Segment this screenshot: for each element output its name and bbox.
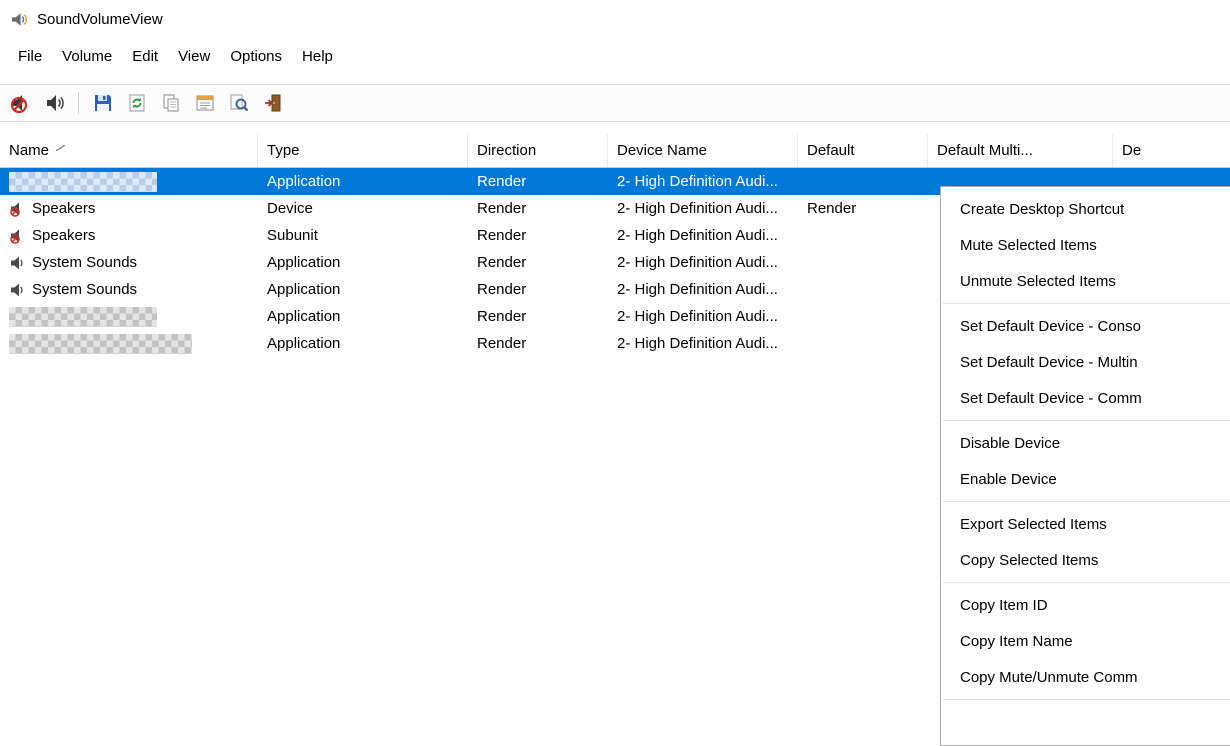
- cell-default: [798, 249, 928, 276]
- cell-direction: Render: [468, 303, 608, 330]
- properties-icon: [195, 93, 215, 113]
- menu-edit[interactable]: Edit: [122, 43, 168, 70]
- column-header-default[interactable]: Default: [798, 134, 928, 167]
- cell-type: Device: [258, 195, 468, 222]
- redacted-name-block: [9, 307, 157, 327]
- cell-name: Speakers: [0, 222, 258, 249]
- cell-default: [798, 330, 928, 357]
- cell-device-name: 2- High Definition Audi...: [608, 330, 798, 357]
- copy-selected-button[interactable]: [155, 89, 186, 118]
- context-menu: Create Desktop Shortcut Mute Selected It…: [940, 186, 1230, 746]
- sort-ascending-icon: [56, 145, 65, 151]
- cell-name: [0, 330, 258, 357]
- muted-speaker-icon: [9, 227, 26, 244]
- context-menu-item-mute-selected-items[interactable]: Mute Selected Items: [941, 227, 1230, 263]
- context-menu-separator: [943, 582, 1230, 583]
- find-icon: [229, 93, 249, 113]
- menu-view[interactable]: View: [168, 43, 220, 70]
- column-header-device-name[interactable]: Device Name: [608, 134, 798, 167]
- context-menu-item-unmute-selected-items[interactable]: Unmute Selected Items: [941, 263, 1230, 299]
- cell-type: Application: [258, 276, 468, 303]
- cell-direction: Render: [468, 249, 608, 276]
- cell-type: Application: [258, 330, 468, 357]
- menu-bar: File Volume Edit View Options Help: [0, 38, 1230, 74]
- properties-button[interactable]: [189, 89, 220, 118]
- muted-speaker-icon: [9, 200, 26, 217]
- cell-device-name: 2- High Definition Audi...: [608, 168, 798, 195]
- cell-name: [0, 303, 258, 330]
- title-bar: SoundVolumeView: [0, 0, 1230, 38]
- cell-type: Application: [258, 303, 468, 330]
- context-menu-item-export-selected-items[interactable]: Export Selected Items: [941, 506, 1230, 542]
- column-header-default-communications[interactable]: De: [1113, 134, 1230, 167]
- menu-options[interactable]: Options: [220, 43, 292, 70]
- context-menu-item-set-default-device-multimedia[interactable]: Set Default Device - Multin: [941, 344, 1230, 380]
- context-menu-separator: [943, 699, 1230, 700]
- cell-name: [0, 168, 258, 195]
- cell-direction: Render: [468, 276, 608, 303]
- toolbar: [0, 84, 1230, 122]
- refresh-button[interactable]: [121, 89, 152, 118]
- column-header-type[interactable]: Type: [258, 134, 468, 167]
- context-menu-item-copy-mute-unmute-command[interactable]: Copy Mute/Unmute Comm: [941, 659, 1230, 695]
- cell-device-name: 2- High Definition Audi...: [608, 303, 798, 330]
- exit-door-icon: [263, 93, 283, 113]
- context-menu-item-enable-device[interactable]: Enable Device: [941, 461, 1230, 497]
- cell-direction: Render: [468, 168, 608, 195]
- cell-direction: Render: [468, 222, 608, 249]
- context-menu-separator: [943, 303, 1230, 304]
- context-menu-item-disable-device[interactable]: Disable Device: [941, 425, 1230, 461]
- menu-file[interactable]: File: [8, 43, 52, 70]
- save-report-button[interactable]: [87, 89, 118, 118]
- redacted-name-block: [9, 172, 157, 192]
- cell-default: Render: [798, 195, 928, 222]
- app-icon: [11, 11, 28, 28]
- window-title: SoundVolumeView: [37, 11, 163, 28]
- unmute-selected-button[interactable]: [39, 89, 70, 118]
- context-menu-separator: [943, 501, 1230, 502]
- cell-type: Subunit: [258, 222, 468, 249]
- cell-name: Speakers: [0, 195, 258, 222]
- menu-toolbar-gap: [0, 74, 1230, 84]
- find-button[interactable]: [223, 89, 254, 118]
- redacted-name-block: [9, 334, 192, 354]
- context-menu-item-copy-selected-items[interactable]: Copy Selected Items: [941, 542, 1230, 578]
- speaker-icon: [45, 93, 65, 113]
- context-menu-item-set-default-device-console[interactable]: Set Default Device - Conso: [941, 308, 1230, 344]
- column-header-direction[interactable]: Direction: [468, 134, 608, 167]
- speaker-icon: [9, 281, 26, 298]
- cell-device-name: 2- High Definition Audi...: [608, 276, 798, 303]
- muted-speaker-icon: [10, 92, 32, 114]
- cell-default: [798, 276, 928, 303]
- context-menu-item-copy-item-name[interactable]: Copy Item Name: [941, 623, 1230, 659]
- menu-volume[interactable]: Volume: [52, 43, 122, 70]
- cell-default: [798, 222, 928, 249]
- speaker-icon: [9, 254, 26, 271]
- context-menu-item-copy-item-id[interactable]: Copy Item ID: [941, 587, 1230, 623]
- cell-direction: Render: [468, 330, 608, 357]
- cell-device-name: 2- High Definition Audi...: [608, 222, 798, 249]
- column-header-row: Name Type Direction Device Name Default …: [0, 134, 1230, 168]
- menu-help[interactable]: Help: [292, 43, 343, 70]
- cell-name: System Sounds: [0, 276, 258, 303]
- cell-direction: Render: [468, 195, 608, 222]
- cell-device-name: 2- High Definition Audi...: [608, 249, 798, 276]
- cell-type: Application: [258, 249, 468, 276]
- mute-selected-button[interactable]: [5, 89, 36, 118]
- refresh-icon: [127, 93, 147, 113]
- exit-button[interactable]: [257, 89, 288, 118]
- context-menu-item-create-desktop-shortcut[interactable]: Create Desktop Shortcut: [941, 191, 1230, 227]
- copy-icon: [161, 93, 181, 113]
- cell-name: System Sounds: [0, 249, 258, 276]
- cell-type: Application: [258, 168, 468, 195]
- cell-default: [798, 303, 928, 330]
- context-menu-item-set-default-device-communications[interactable]: Set Default Device - Comm: [941, 380, 1230, 416]
- save-icon: [93, 93, 113, 113]
- cell-default: [798, 168, 928, 195]
- context-menu-separator: [943, 420, 1230, 421]
- column-header-default-multimedia[interactable]: Default Multi...: [928, 134, 1113, 167]
- column-header-name[interactable]: Name: [0, 134, 258, 167]
- cell-device-name: 2- High Definition Audi...: [608, 195, 798, 222]
- toolbar-separator: [78, 92, 79, 114]
